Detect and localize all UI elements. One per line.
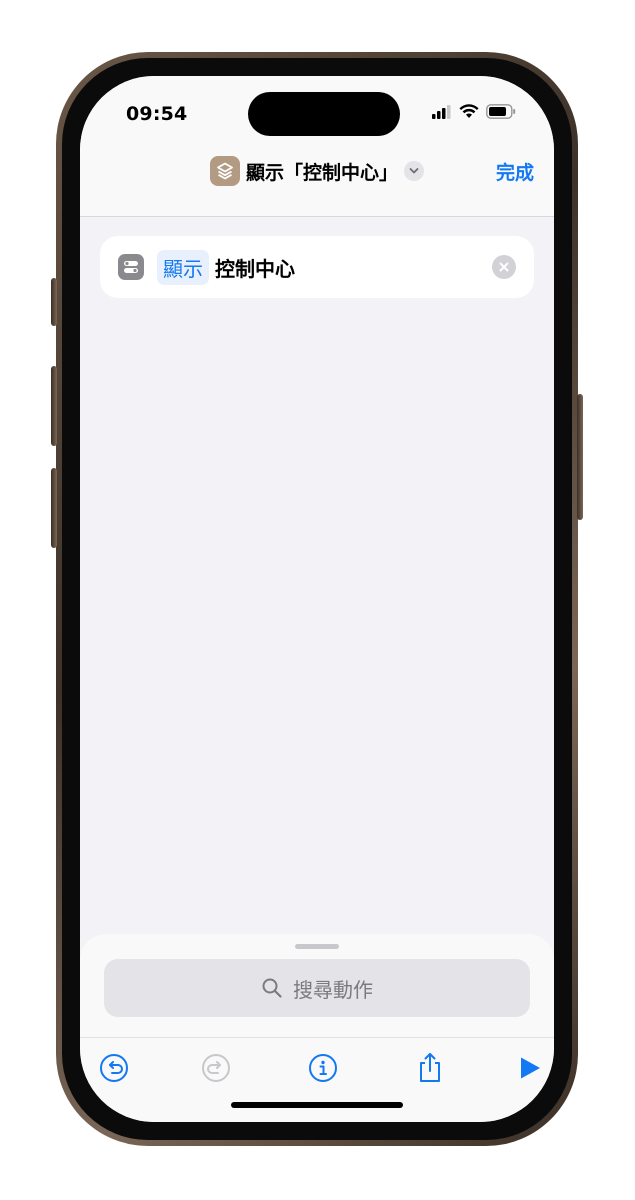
share-icon bbox=[420, 1053, 440, 1082]
wifi-icon bbox=[459, 104, 479, 118]
dynamic-island bbox=[248, 92, 400, 136]
undo-button[interactable] bbox=[96, 1050, 132, 1086]
action-card[interactable]: 顯示 控制中心 bbox=[100, 236, 534, 298]
editor-toolbar bbox=[80, 1037, 554, 1102]
shortcuts-icon bbox=[209, 156, 240, 186]
home-indicator bbox=[231, 1102, 403, 1108]
run-button[interactable] bbox=[512, 1050, 548, 1086]
action-sheet: 搜尋動作 bbox=[80, 934, 554, 1122]
phone-bezel: 09:54 顯示「控制中心」 完成 顯示 控制中心 搜尋動作 bbox=[62, 58, 572, 1140]
power-button bbox=[577, 394, 583, 520]
play-icon bbox=[521, 1057, 540, 1079]
close-icon bbox=[499, 262, 509, 272]
page-title: 顯示「控制中心」 bbox=[245, 161, 398, 184]
done-button[interactable]: 完成 bbox=[496, 158, 534, 185]
search-actions-field[interactable]: 搜尋動作 bbox=[104, 959, 530, 1017]
cellular-signal-icon bbox=[432, 104, 451, 119]
toggles-icon bbox=[118, 254, 144, 280]
status-icons bbox=[432, 104, 516, 119]
navigation-bar: 09:54 顯示「控制中心」 完成 bbox=[80, 76, 554, 217]
remove-action-button[interactable] bbox=[492, 255, 516, 279]
share-button[interactable] bbox=[412, 1050, 448, 1086]
volume-down-button bbox=[51, 468, 57, 548]
action-object-label: 控制中心 bbox=[215, 256, 295, 281]
redo-icon bbox=[202, 1054, 230, 1082]
volume-up-button bbox=[51, 366, 57, 446]
sheet-grabber[interactable] bbox=[295, 944, 339, 949]
phone-frame: 09:54 顯示「控制中心」 完成 顯示 控制中心 搜尋動作 bbox=[51, 52, 583, 1146]
search-icon bbox=[262, 978, 282, 998]
info-button[interactable] bbox=[305, 1050, 341, 1086]
screen: 09:54 顯示「控制中心」 完成 顯示 控制中心 搜尋動作 bbox=[80, 76, 554, 1122]
chevron-down-icon bbox=[404, 161, 424, 181]
status-time: 09:54 bbox=[126, 103, 188, 125]
undo-icon bbox=[100, 1054, 128, 1082]
search-placeholder: 搜尋動作 bbox=[293, 977, 373, 1002]
action-button bbox=[51, 278, 57, 326]
action-verb-token[interactable]: 顯示 bbox=[157, 249, 209, 285]
info-icon bbox=[309, 1054, 337, 1082]
shortcut-title-menu[interactable]: 顯示「控制中心」 bbox=[80, 156, 554, 186]
battery-icon bbox=[486, 104, 516, 119]
redo-button[interactable] bbox=[198, 1050, 234, 1086]
